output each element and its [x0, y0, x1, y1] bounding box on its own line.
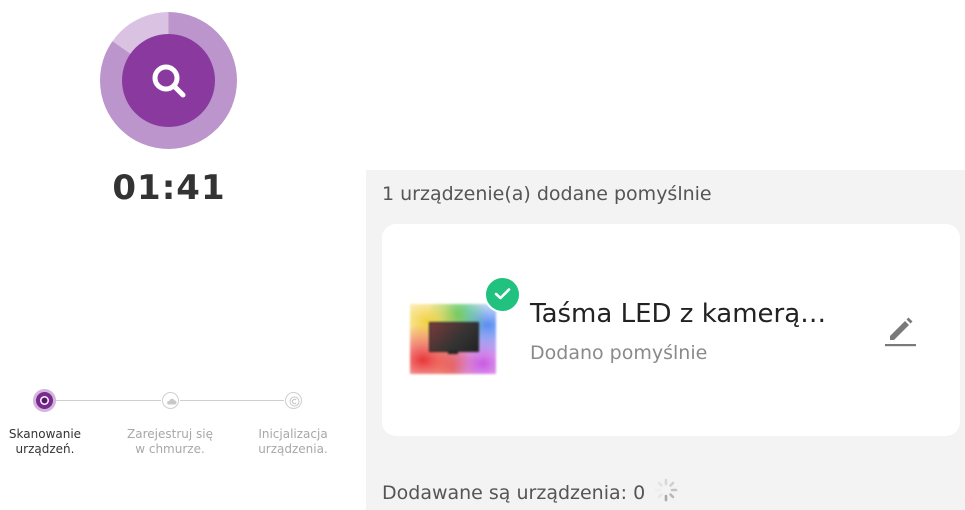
check-icon: [494, 288, 511, 300]
scan-timer: 01:41: [112, 168, 226, 208]
step-label-init: Inicjalizacja urządzenia.: [258, 427, 328, 456]
stepper-connector: [180, 400, 284, 401]
step-label-cloud: Zarejestruj się w chmurze.: [127, 427, 213, 456]
step-scan-indicator: [33, 389, 56, 412]
pencil-icon: [885, 317, 916, 347]
search-icon: [152, 64, 186, 98]
loading-spinner-icon: [654, 478, 678, 502]
adding-devices-status: Dodawane są urządzenia: 0: [382, 482, 646, 504]
scan-progress-ring: [100, 12, 237, 149]
step-init-indicator: [285, 392, 302, 409]
device-card[interactable]: Taśma LED z kamerą… Dodano pomyślnie: [382, 224, 960, 436]
copyright-c-icon: [289, 396, 300, 407]
edit-device-name-button[interactable]: [880, 310, 920, 350]
scan-indicator: [122, 34, 215, 127]
step-cloud-indicator: [162, 392, 179, 409]
device-status: Dodano pomyślnie: [530, 342, 708, 364]
step-label-scan: Skanowanie urządzeń.: [8, 427, 82, 456]
stepper-connector: [56, 400, 161, 401]
success-check-badge: [484, 276, 521, 313]
added-count-header: 1 urządzenie(a) dodane pomyślnie: [382, 183, 712, 205]
device-thumbnail: [410, 304, 496, 374]
tv-stand: [448, 351, 458, 354]
tv-image: [429, 322, 479, 352]
cloud-icon: [167, 398, 177, 405]
result-panel: 1 urządzenie(a) dodane pomyślnie Taśma L…: [366, 170, 965, 510]
device-name: Taśma LED z kamerą…: [530, 299, 827, 329]
